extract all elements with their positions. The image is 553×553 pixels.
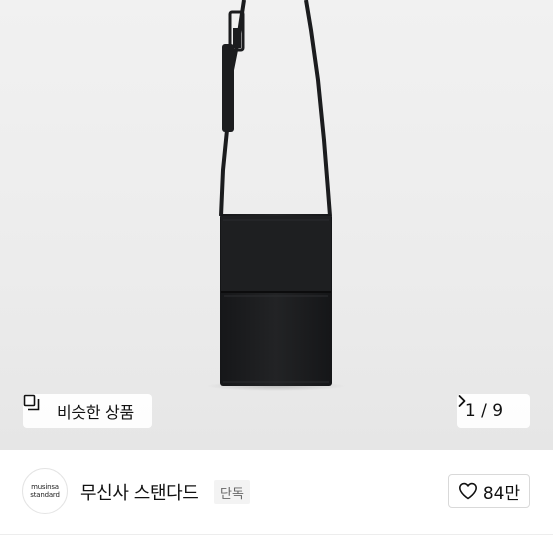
brand-logo-line2: standard: [30, 491, 60, 499]
brand-logo[interactable]: musinsa standard: [22, 468, 68, 514]
like-count: 84만: [482, 483, 521, 504]
exclusive-badge: 단독: [214, 480, 250, 504]
brand-logo-line1: musinsa: [31, 483, 59, 491]
section-divider: [0, 534, 553, 535]
strap-adjuster: [222, 44, 234, 132]
bag-strap-right: [304, 0, 332, 217]
product-image[interactable]: 비슷한 상품 1 / 9: [0, 0, 553, 450]
stacked-squares-icon: [23, 394, 51, 420]
similar-products-label: 비슷한 상품: [57, 403, 134, 422]
image-pager-button[interactable]: 1 / 9: [457, 394, 530, 428]
chevron-right-icon: [458, 395, 522, 418]
bag-flap: [221, 216, 331, 292]
image-pager-label: 1 / 9: [464, 401, 504, 421]
bag-image: [206, 0, 346, 391]
brand-name-link[interactable]: 무신사 스탠다드: [80, 479, 199, 505]
similar-products-button[interactable]: 비슷한 상품: [23, 394, 152, 428]
heart-outline-icon: [458, 482, 478, 500]
like-button[interactable]: 84만: [448, 474, 530, 508]
